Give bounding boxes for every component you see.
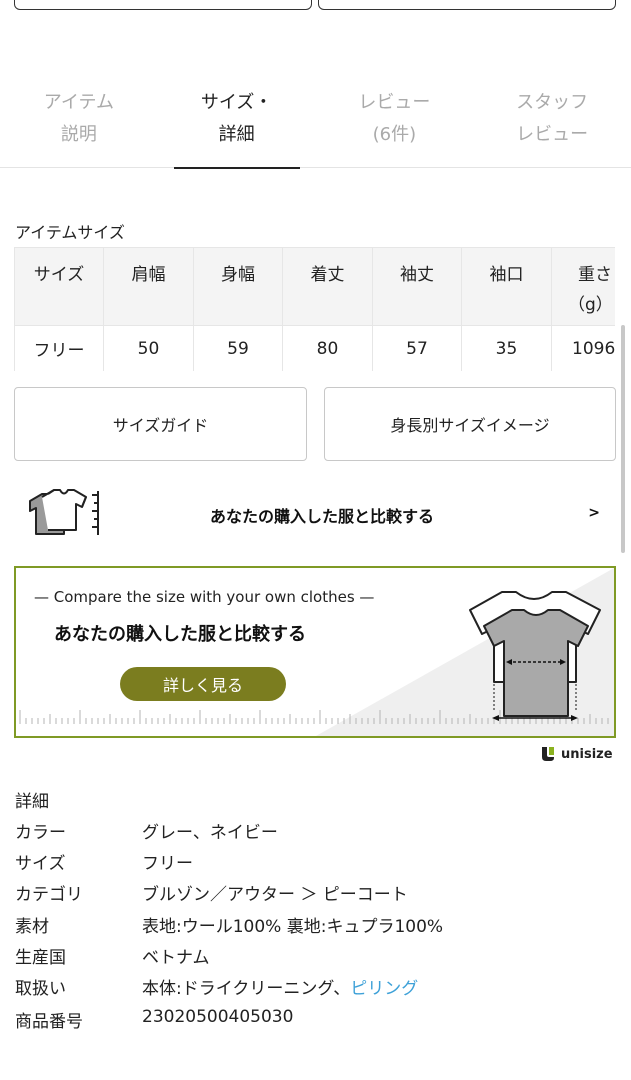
detail-row-category: カテゴリ ブルゾン／アウター ＞ ピーコート xyxy=(15,880,615,906)
unisize-logo: unisize xyxy=(541,746,613,762)
unisize-logo-text: unisize xyxy=(561,746,613,762)
tab-item-description[interactable]: アイテム 説明 xyxy=(0,82,158,168)
unisize-logo-icon xyxy=(542,747,554,761)
detail-tabs: アイテム 説明 サイズ・ 詳細 レビュー (6件) スタッフ レビュー xyxy=(0,82,631,169)
detail-value: 本体:ドライクリーニング、ピリング xyxy=(142,974,418,999)
care-text: 本体:ドライクリーニング、 xyxy=(142,979,351,999)
detail-value: ベトナム xyxy=(142,948,210,968)
detail-label: カテゴリ xyxy=(15,885,83,905)
details-title: 詳細 xyxy=(15,792,49,812)
banner-english-subtitle: — Compare the size with your own clothes… xyxy=(34,588,375,606)
detail-label: 取扱い xyxy=(15,979,66,999)
tab-label: サイズ・ xyxy=(200,92,273,113)
header-length: 着丈 xyxy=(282,247,373,326)
tshirt-compare-icon xyxy=(29,489,99,535)
detail-value: フリー xyxy=(142,854,193,874)
detail-row-care: 取扱い 本体:ドライクリーニング、ピリング xyxy=(15,974,615,1000)
unisize-banner[interactable]: — Compare the size with your own clothes… xyxy=(14,566,616,738)
top-button-left[interactable] xyxy=(14,0,312,10)
chevron-right-icon: > xyxy=(588,505,600,521)
detail-value: 表地:ウール100% 裏地:キュプラ100% xyxy=(142,917,444,937)
detail-row-color: カラー グレー、ネイビー xyxy=(15,818,615,844)
detail-label: 商品番号 xyxy=(15,1012,83,1032)
tab-label: スタッフ xyxy=(516,92,589,113)
size-table: サイズ 肩幅 身幅 着丈 袖丈 袖口 重さ （g） フリー 50 59 80 5… xyxy=(14,247,615,371)
tab-label: レビュー xyxy=(516,124,589,145)
top-button-right[interactable] xyxy=(318,0,616,10)
detail-row-product-number: 商品番号 23020500405030 xyxy=(15,1007,615,1033)
cell-length: 80 xyxy=(282,325,373,371)
tab-label: 詳細 xyxy=(218,124,255,145)
header-weight: 重さ （g） xyxy=(551,247,615,326)
tab-size-details[interactable]: サイズ・ 詳細 xyxy=(158,82,316,169)
header-size: サイズ xyxy=(14,247,104,326)
compare-label: あなたの購入した服と比較する xyxy=(210,507,435,526)
header-sleeve-length: 袖丈 xyxy=(372,247,462,326)
detail-row-material: 素材 表地:ウール100% 裏地:キュプラ100% xyxy=(15,912,615,938)
cell-sleeve-length: 57 xyxy=(372,325,462,371)
detail-label: カラー xyxy=(15,823,66,843)
scrollbar[interactable] xyxy=(621,325,625,553)
tab-label: (6件) xyxy=(372,124,417,145)
detail-label: サイズ xyxy=(15,854,66,874)
cell-size: フリー xyxy=(14,325,104,371)
header-shoulder: 肩幅 xyxy=(103,247,194,326)
compare-clothes-link[interactable]: あなたの購入した服と比較する > xyxy=(14,483,616,545)
cell-cuff: 35 xyxy=(461,325,552,371)
cell-weight: 1096 xyxy=(551,325,615,371)
height-size-image-button[interactable]: 身長別サイズイメージ xyxy=(324,387,616,461)
detail-row-size: サイズ フリー xyxy=(15,849,615,875)
tab-label: アイテム xyxy=(43,92,114,113)
detail-label: 素材 xyxy=(15,917,49,937)
banner-title: あなたの購入した服と比較する xyxy=(54,624,306,645)
category-link[interactable]: ブルゾン／アウター ＞ ピーコート xyxy=(142,880,408,905)
see-more-button[interactable]: 詳しく見る xyxy=(120,667,286,701)
detail-value: 23020500405030 xyxy=(142,1007,294,1027)
header-weight-label: 重さ xyxy=(578,265,612,285)
header-body-width: 身幅 xyxy=(193,247,283,326)
detail-value: グレー、ネイビー xyxy=(142,823,278,843)
size-guide-button[interactable]: サイズガイド xyxy=(14,387,307,461)
table-row: フリー 50 59 80 57 35 1096 xyxy=(14,325,615,371)
detail-label: 生産国 xyxy=(15,948,66,968)
detail-row-origin: 生産国 ベトナム xyxy=(15,943,615,969)
header-cuff: 袖口 xyxy=(461,247,552,326)
shirts-comparison-icon xyxy=(469,591,601,721)
tab-staff-reviews[interactable]: スタッフ レビュー xyxy=(473,82,631,168)
tab-label: レビュー xyxy=(358,92,431,113)
tab-label: 説明 xyxy=(60,124,97,145)
tab-reviews[interactable]: レビュー (6件) xyxy=(316,82,474,168)
item-size-title: アイテムサイズ xyxy=(15,223,125,242)
table-header-row: サイズ 肩幅 身幅 着丈 袖丈 袖口 重さ （g） xyxy=(14,247,615,326)
pilling-link[interactable]: ピリング xyxy=(350,979,418,999)
cell-shoulder: 50 xyxy=(103,325,194,371)
cell-body-width: 59 xyxy=(193,325,283,371)
header-weight-unit: （g） xyxy=(568,295,613,315)
